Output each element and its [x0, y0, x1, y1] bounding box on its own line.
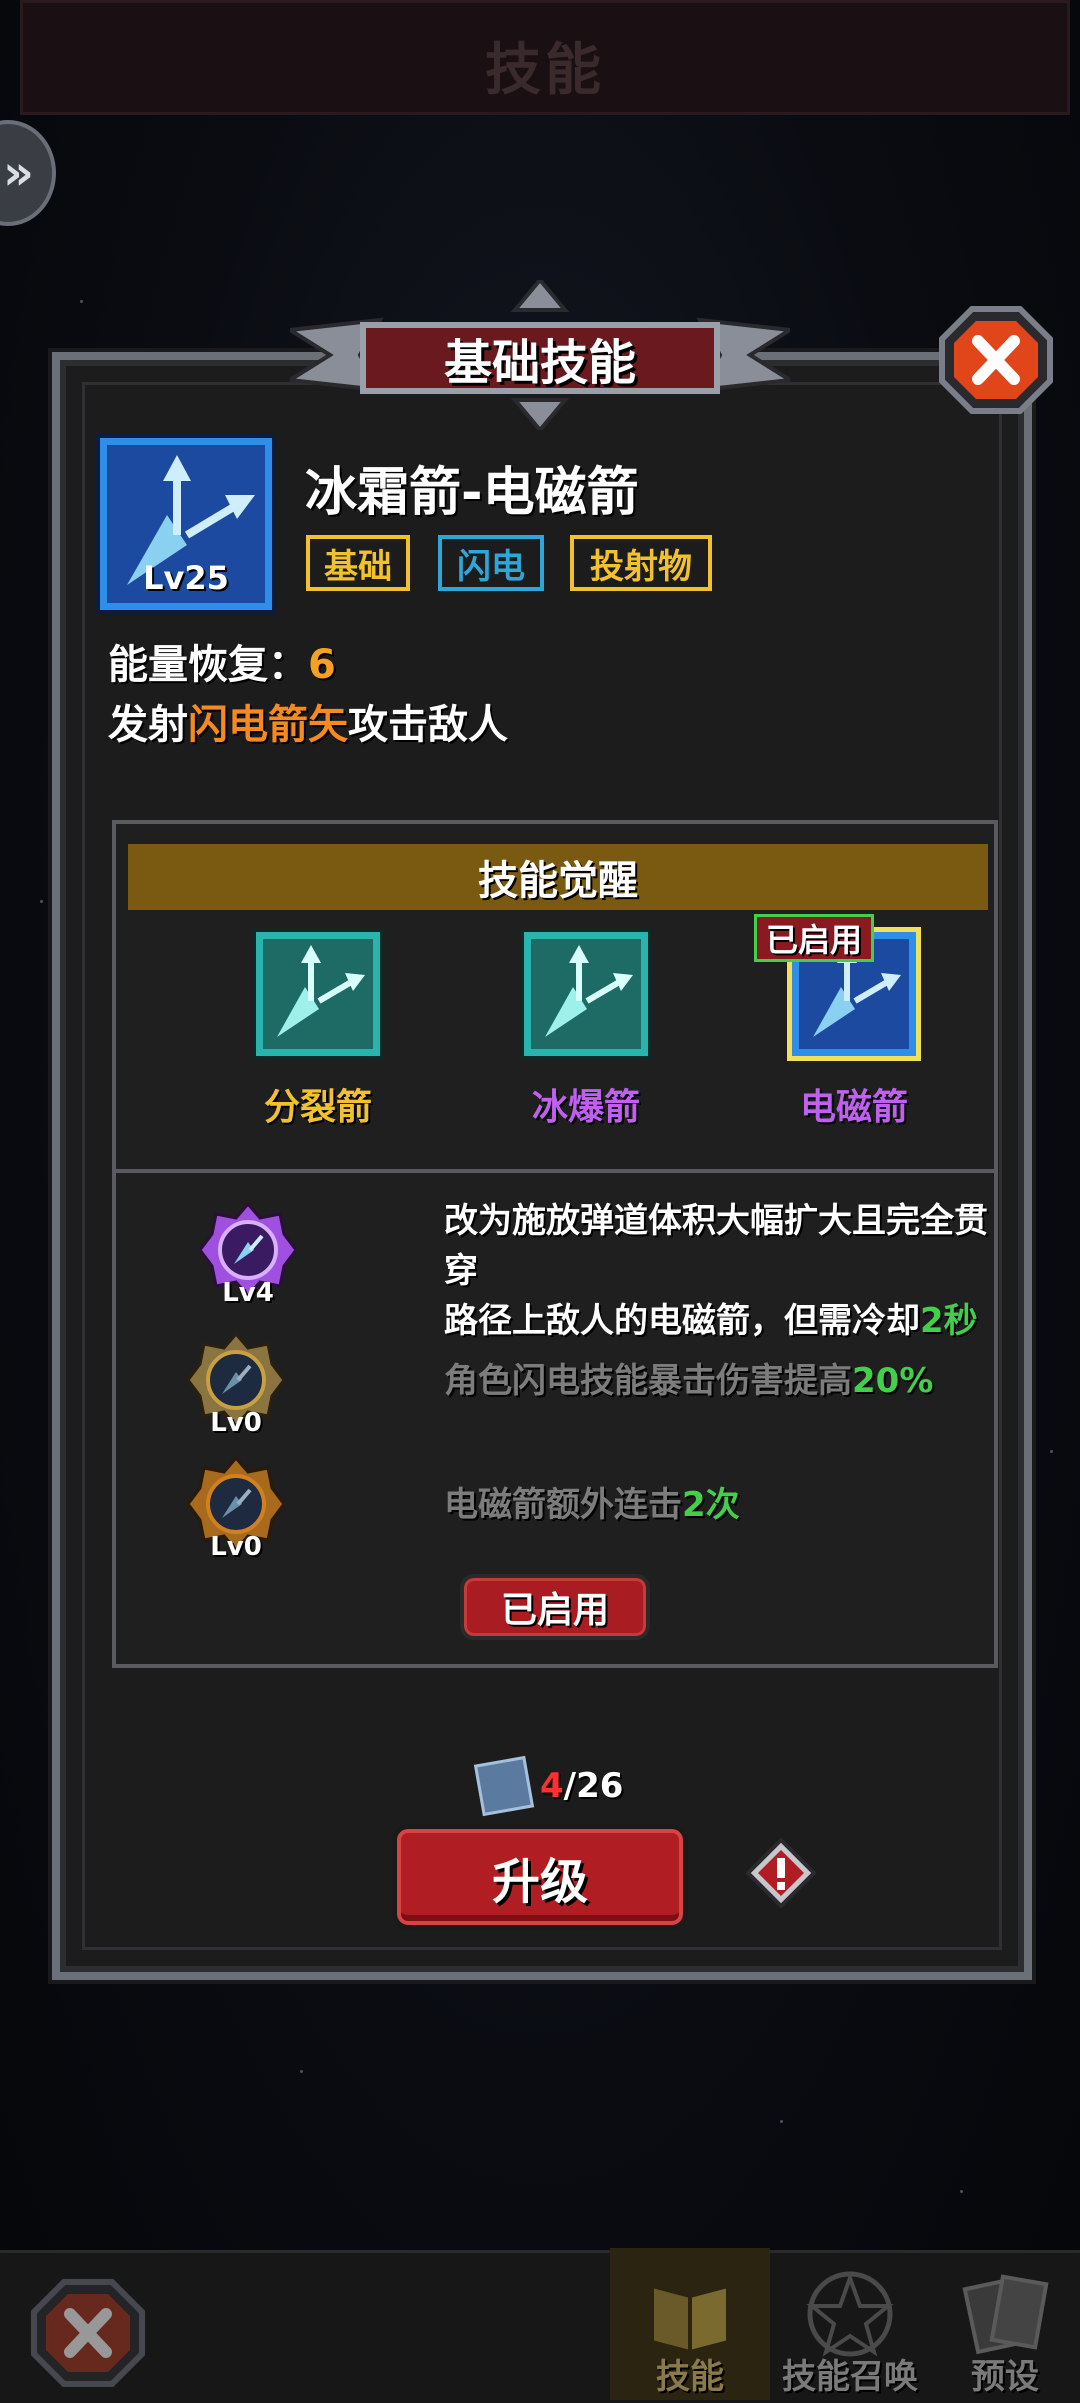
nav-tab-skills[interactable]: 技能	[610, 2248, 770, 2400]
medal-level: Lv4	[222, 1278, 274, 1308]
awakening-option-ice-burst-arrow[interactable]: 冰爆箭	[496, 932, 676, 1130]
effect-3-text: 电磁箭额外连击2次	[444, 1480, 740, 1530]
skill-card-icon	[473, 1755, 535, 1817]
effect-2-text: 角色闪电技能暴击伤害提高20%	[444, 1356, 933, 1406]
cost-have: 4	[540, 1766, 564, 1806]
bottom-close-button[interactable]	[28, 2278, 148, 2388]
effect-2-prefix: 角色闪电技能暴击伤害提高	[444, 1361, 852, 1401]
nav-label: 预设	[971, 2357, 1039, 2397]
awakening-medal-lv0: Lv0	[186, 1331, 286, 1442]
effect-3-value: 2次	[682, 1485, 740, 1525]
skill-description: 发射闪电箭矢攻击敌人	[108, 692, 508, 750]
effect-3-prefix: 电磁箭额外连击	[444, 1485, 682, 1525]
tag-lightning: 闪电	[438, 535, 544, 591]
medal-level: Lv0	[210, 1532, 262, 1562]
energy-value: 6	[308, 642, 336, 688]
star	[1050, 1450, 1053, 1453]
cost-need: /26	[563, 1766, 624, 1806]
tag-projectile: 投射物	[570, 535, 712, 591]
effect-1-value: 2秒	[920, 1301, 978, 1341]
cost-count: 4/26	[540, 1766, 623, 1806]
skill-name: 冰霜箭-电磁箭	[305, 463, 639, 523]
page-title: 技能	[485, 38, 605, 103]
awakening-option-split-arrow[interactable]: 分裂箭	[228, 932, 408, 1130]
awakening-medal-lv4: Lv4	[198, 1201, 298, 1312]
awakening-label: 分裂箭	[263, 1087, 372, 1128]
awakening-label: 电磁箭	[799, 1087, 908, 1128]
awakening-medal-lv0: Lv0	[186, 1455, 286, 1566]
star	[780, 2120, 783, 2123]
description-prefix: 发射	[108, 702, 188, 748]
ice-burst-arrow-icon	[524, 932, 648, 1056]
effect-1-line2: 路径上敌人的电磁箭，但需冷却	[444, 1301, 920, 1341]
description-highlight: 闪电箭矢	[188, 702, 348, 748]
top-bar: 技能	[20, 0, 1070, 115]
upgrade-cost: 4/26	[473, 1755, 623, 1817]
effect-1-text: 改为施放弹道体积大幅扩大且完全贯穿 路径上敌人的电磁箭，但需冷却2秒	[444, 1196, 994, 1346]
medal-level: Lv0	[210, 1408, 262, 1438]
panel-title-plaque: 基础技能	[290, 280, 790, 430]
nav-tab-skill-summon[interactable]: 技能召唤	[770, 2248, 930, 2400]
star	[40, 900, 43, 903]
pentagram-icon	[806, 2271, 894, 2357]
divider	[116, 1169, 994, 1173]
star	[80, 300, 83, 303]
close-button[interactable]	[938, 305, 1054, 415]
cards-icon	[962, 2274, 1049, 2355]
tag-basic: 基础	[306, 535, 410, 591]
nav-tab-presets[interactable]: 预设	[930, 2248, 1080, 2400]
book-icon	[650, 2283, 730, 2355]
split-arrow-icon	[256, 932, 380, 1056]
skill-level: Lv25	[143, 559, 229, 597]
effect-2-value: 20%	[852, 1361, 934, 1401]
upgrade-button[interactable]: 升级	[392, 1824, 688, 1930]
energy-recovery: 能量恢复：6	[108, 632, 336, 690]
awakening-header: 技能觉醒	[128, 844, 988, 910]
nav-label: 技能	[656, 2357, 724, 2397]
awakening-section: 技能觉醒 分裂箭 冰爆箭 电磁箭 已启用 Lv4 改为施放弹道体积大幅扩大且完全…	[112, 820, 998, 1668]
double-chevron-icon: »	[2, 145, 34, 201]
description-suffix: 攻击敌人	[348, 702, 508, 748]
enabled-button[interactable]: 已启用	[460, 1574, 650, 1640]
nav-label: 技能召唤	[782, 2357, 918, 2397]
awakening-label: 冰爆箭	[531, 1087, 640, 1128]
panel-title: 基础技能	[360, 322, 720, 394]
warning-icon[interactable]	[746, 1838, 816, 1908]
star	[300, 2070, 303, 2073]
enabled-badge: 已启用	[754, 914, 874, 962]
energy-label: 能量恢复：	[108, 642, 308, 688]
skill-icon: Lv25	[100, 438, 272, 610]
effect-1-line1: 改为施放弹道体积大幅扩大且完全贯穿	[444, 1201, 988, 1291]
star	[960, 2190, 963, 2193]
